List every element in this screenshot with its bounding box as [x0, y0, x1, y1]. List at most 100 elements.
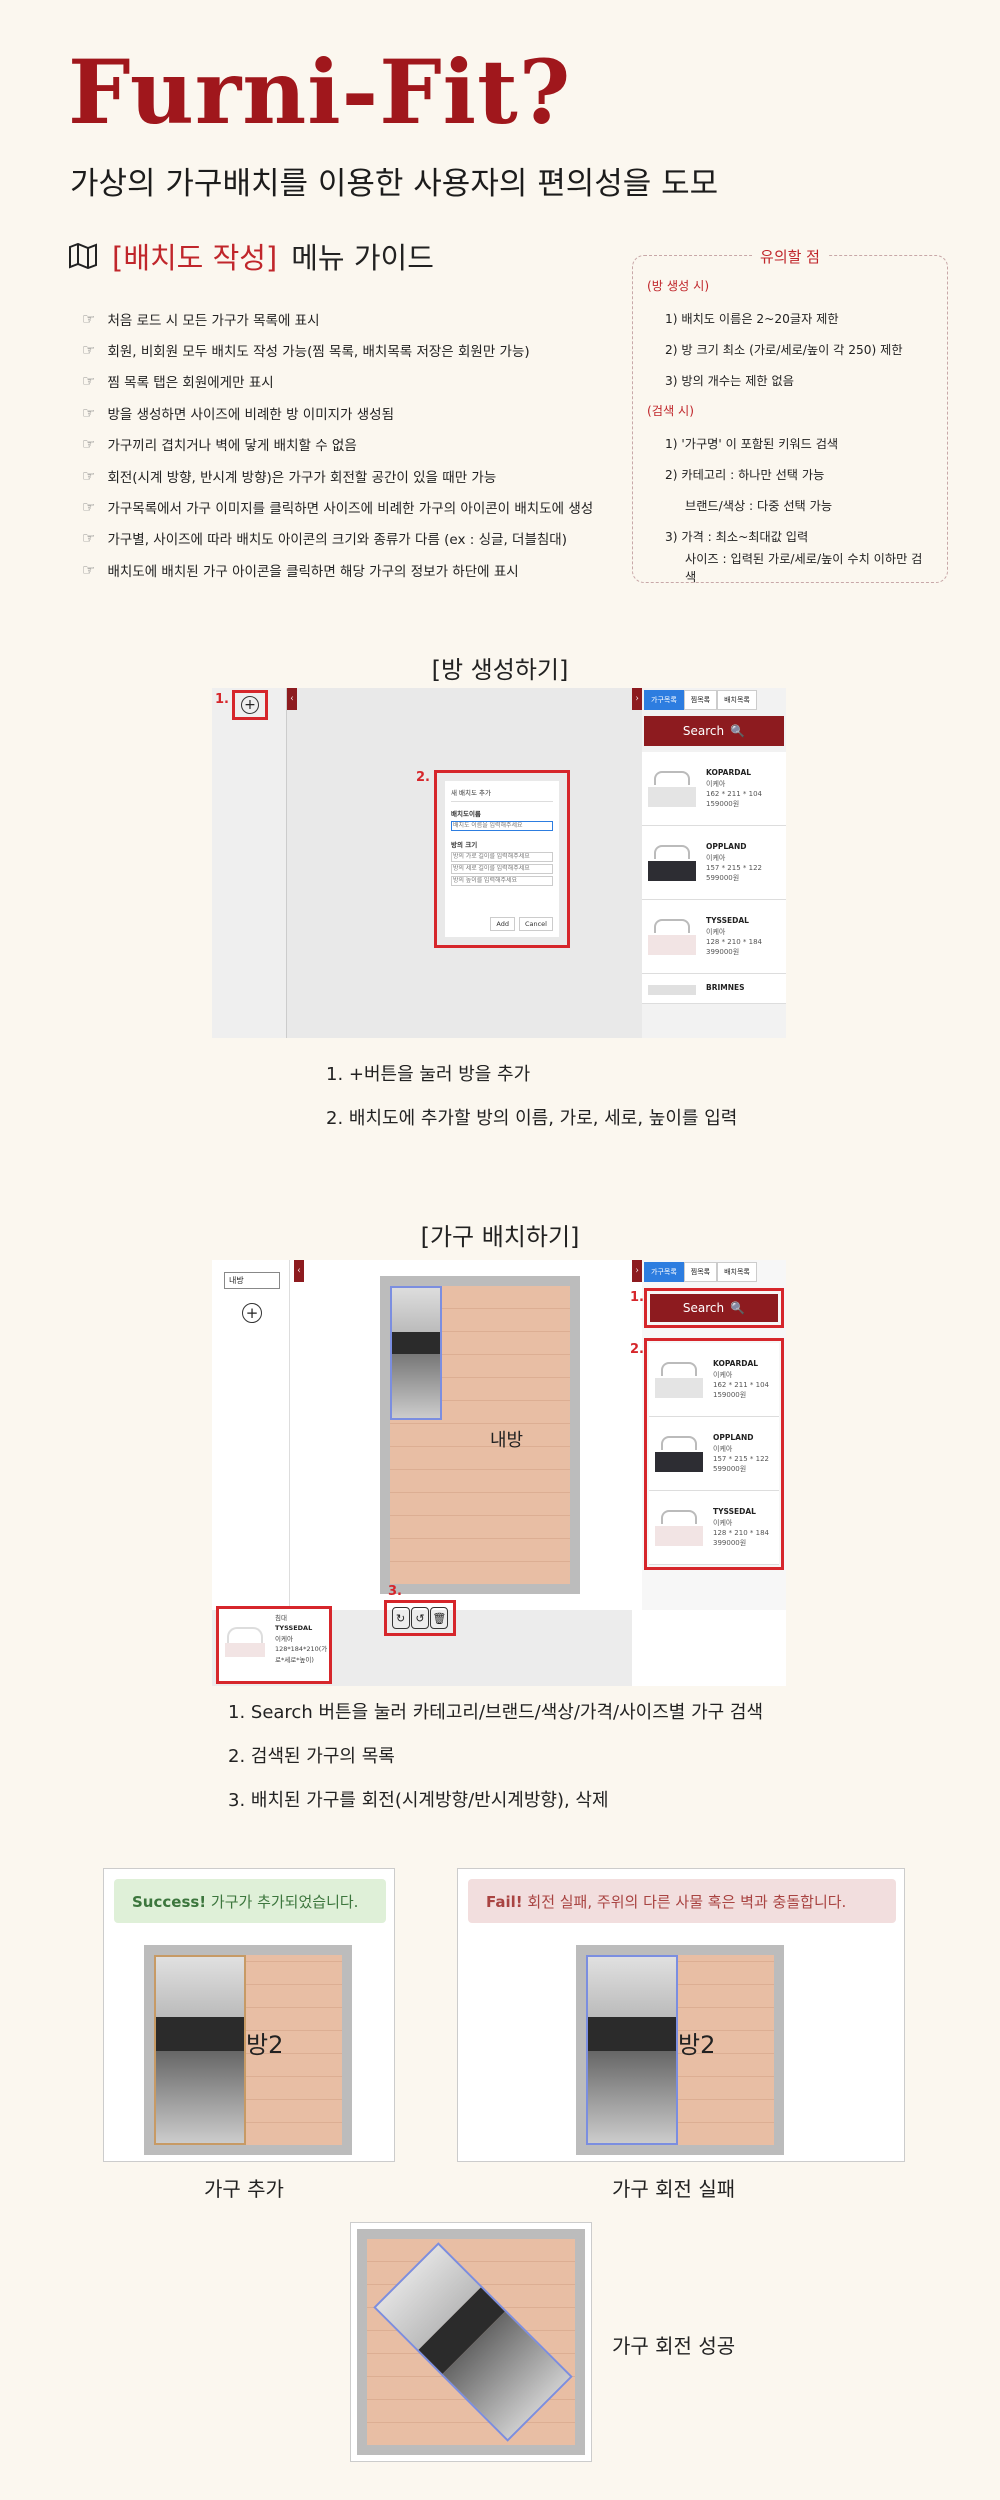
furniture-list-item[interactable]: TYSSEDAL 이케아 128 * 210 * 184 399000원	[649, 1491, 779, 1565]
room-depth-input[interactable]	[451, 864, 553, 874]
bed-image[interactable]	[648, 844, 696, 881]
room-name-label: 방2	[678, 2031, 716, 2059]
list-item: ☞ 배치도에 배치된 가구 아이콘을 클릭하면 해당 가구의 정보가 하단에 표시	[82, 560, 519, 580]
tab-layout-list[interactable]: 배치목록	[717, 690, 757, 710]
left-panel-toggle[interactable]: ‹	[287, 688, 297, 710]
furniture-info: OPPLAND 이케아 157 * 215 * 122 599000원	[713, 1433, 769, 1474]
item-brand: 이케아	[706, 927, 726, 936]
tab-layout-list[interactable]: 배치목록	[717, 1262, 757, 1282]
item-name: TYSSEDAL	[706, 915, 749, 925]
furniture-panel: 가구목록 찜목록 배치목록 Search 🔍 KOPARDAL 이케아 162 * 2…	[642, 1260, 786, 1610]
add-room-button[interactable]: +	[242, 1303, 262, 1323]
item-price: 159000원	[713, 1391, 747, 1399]
furniture-info: KOPARDAL 이케아 162 * 211 * 104 159000원	[706, 768, 762, 809]
search-highlight: Search 🔍	[644, 1288, 784, 1328]
room-canvas: 방2	[144, 1945, 352, 2155]
caption-success: 가구 회전 성공	[612, 2334, 736, 2358]
room-canvas	[357, 2229, 585, 2455]
tab-furniture-list[interactable]: 가구목록	[644, 690, 684, 710]
room-name-label: 내방	[490, 1430, 524, 1451]
tab-wishlist[interactable]: 찜목록	[683, 1262, 718, 1282]
rotate-counterclockwise-icon[interactable]: ↺	[410, 1607, 429, 1629]
marker-2: 2.	[416, 770, 430, 785]
bed-image[interactable]	[655, 1361, 703, 1398]
item-brand: 이케아	[713, 1370, 733, 1379]
room-list-item[interactable]: 내방	[224, 1272, 280, 1289]
furniture-list-item[interactable]: KOPARDAL 이케아 162 * 211 * 104 159000원	[642, 752, 786, 826]
item-size: 162 * 211 * 104	[713, 1380, 769, 1389]
page-subtitle: 가상의 가구배치를 이용한 사용자의 편의성을 도모	[70, 166, 719, 202]
modal-size-label: 방의 크기	[451, 841, 478, 849]
left-panel-toggle[interactable]: ‹	[294, 1260, 304, 1282]
item-name: KOPARDAL	[706, 767, 752, 777]
item-name: OPPLAND	[706, 841, 747, 851]
item-brand: 이케아	[706, 853, 726, 862]
furniture-list: KOPARDAL 이케아 162 * 211 * 104 159000원 OPPLAND…	[649, 1343, 779, 1565]
right-panel-toggle[interactable]: ›	[632, 688, 642, 710]
info-size: 128*184*210(가로*세로*높이)	[275, 1645, 328, 1664]
section-title-create-room: [방 생성하기]	[431, 656, 569, 684]
caution-row: 브랜드/색상 : 다중 선택 가능	[685, 498, 833, 513]
pointing-hand-icon: ☞	[82, 529, 96, 548]
room-name-label: 방2	[246, 2031, 284, 2059]
furniture-tabs: 가구목록 찜목록 배치목록	[644, 1262, 786, 1282]
placed-bed	[154, 1955, 246, 2145]
search-button[interactable]: Search 🔍	[650, 1294, 778, 1322]
pointing-hand-icon: ☞	[82, 560, 96, 579]
room-canvas: 방2	[576, 1945, 784, 2155]
fail-alert: Fail! 회전 실패, 주위의 다른 사물 혹은 벽과 충돌합니다.	[468, 1879, 896, 1923]
room-name-input[interactable]	[451, 821, 553, 831]
item-price: 599000원	[706, 874, 740, 882]
marker-1: 1.	[630, 1290, 644, 1305]
item-size: 157 * 215 * 122	[706, 863, 762, 872]
furniture-list-item[interactable]: OPPLAND 이케아 157 * 215 * 122 599000원	[649, 1417, 779, 1491]
bed-image[interactable]	[648, 983, 696, 995]
guide-list: ☞ 처음 로드 시 모든 가구가 목록에 표시 ☞ 회원, 비회원 모두 배치도 작…	[82, 303, 642, 586]
furniture-list-item[interactable]: OPPLAND 이케아 157 * 215 * 122 599000원	[642, 826, 786, 900]
bed-image[interactable]	[655, 1435, 703, 1472]
modal-add-button[interactable]: Add	[490, 917, 515, 931]
caution-row: 1) 배치도 이름은 2~20글자 제한	[665, 311, 839, 326]
search-button[interactable]: Search 🔍	[644, 716, 784, 746]
pointing-hand-icon: ☞	[82, 309, 96, 328]
bed-image[interactable]	[655, 1509, 703, 1546]
item-price: 599000원	[713, 1465, 747, 1473]
list-item: ☞ 가구끼리 겹치거나 벽에 닿게 배치할 수 없음	[82, 435, 357, 455]
furniture-info: TYSSEDAL 이케아 128 * 210 * 184 399000원	[706, 916, 762, 957]
search-icon: 🔍	[730, 1301, 746, 1315]
room-width-input[interactable]	[451, 852, 553, 862]
pointing-hand-icon: ☞	[82, 498, 96, 517]
item-brand: 이케아	[713, 1518, 733, 1527]
rotate-clockwise-icon[interactable]: ↻	[391, 1607, 410, 1629]
caution-row: 3) 방의 개수는 제한 없음	[665, 373, 794, 388]
placed-bed[interactable]	[390, 1286, 442, 1420]
pointing-hand-icon: ☞	[82, 372, 96, 391]
item-size: 157 * 215 * 122	[713, 1454, 769, 1463]
right-panel-toggle[interactable]: ›	[632, 1260, 642, 1282]
furniture-list-item[interactable]: BRIMNES	[642, 974, 786, 1004]
room-list-panel: 내방 +	[212, 1260, 290, 1610]
furniture-list-item[interactable]: KOPARDAL 이케아 162 * 211 * 104 159000원	[649, 1343, 779, 1417]
bed-image[interactable]	[648, 918, 696, 955]
tab-wishlist[interactable]: 찜목록	[683, 690, 718, 710]
add-room-button[interactable]: +	[241, 696, 259, 714]
action-buttons-highlight: ↻ ↺ 🗑	[384, 1600, 456, 1636]
furniture-list-item[interactable]: TYSSEDAL 이케아 128 * 210 * 184 399000원	[642, 900, 786, 974]
item-price: 159000원	[706, 800, 740, 808]
caution-row: 2) 방 크기 최소 (가로/세로/높이 각 250) 제한	[665, 342, 903, 357]
success-alert: Success! 가구가 추가되었습니다.	[114, 1879, 386, 1923]
tab-furniture-list[interactable]: 가구목록	[644, 1262, 684, 1282]
furniture-panel: 가구목록 찜목록 배치목록 Search 🔍 KOPARDAL 이케아 162 * 2…	[642, 688, 786, 1038]
bed-image[interactable]	[648, 770, 696, 807]
section-title-place-furniture: [가구 배치하기]	[420, 1223, 580, 1251]
room-canvas[interactable]: 내방	[380, 1276, 580, 1594]
furniture-info: TYSSEDAL 이케아 128 * 210 * 184 399000원	[713, 1507, 769, 1548]
trash-icon[interactable]: 🗑	[430, 1607, 449, 1629]
modal-cancel-button[interactable]: Cancel	[518, 917, 553, 931]
room-height-input[interactable]	[451, 876, 553, 886]
info-brand: 이케아	[275, 1634, 293, 1643]
modal-name-label: 배치도이름	[451, 810, 481, 818]
furniture-list-highlight: KOPARDAL 이케아 162 * 211 * 104 159000원 OPPLAND…	[644, 1338, 784, 1570]
caution-title: 유의할 점	[752, 248, 828, 266]
pointing-hand-icon: ☞	[82, 466, 96, 485]
